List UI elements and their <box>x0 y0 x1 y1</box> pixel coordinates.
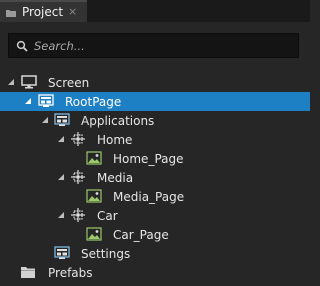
folder-icon <box>6 10 16 17</box>
expand-arrow-icon[interactable] <box>7 78 15 86</box>
node-icon <box>71 170 85 184</box>
image-icon <box>86 189 102 203</box>
expand-arrow-icon[interactable] <box>24 97 32 105</box>
image-icon <box>86 151 102 165</box>
monitor-icon <box>21 75 37 89</box>
tree-item-settings[interactable]: Settings <box>0 244 310 263</box>
tree-item-label: RootPage <box>65 95 122 109</box>
tree-item-label: Media_Page <box>113 190 185 204</box>
tree-item-car[interactable]: Car <box>0 206 310 225</box>
tree-item-label: Screen <box>48 76 90 90</box>
close-icon[interactable]: × <box>68 5 77 18</box>
search-input[interactable] <box>34 38 284 54</box>
expand-arrow-icon[interactable] <box>57 211 65 219</box>
tree-item-home[interactable]: Home <box>0 130 310 149</box>
node-icon <box>71 208 85 222</box>
tree-item-rootpage[interactable]: RootPage <box>0 92 310 111</box>
tree-item-label: Prefabs <box>48 266 93 280</box>
tree-item-label: Home_Page <box>113 152 184 166</box>
page-icon <box>54 246 70 259</box>
search-icon <box>16 40 28 52</box>
tree-item-label: Car_Page <box>113 228 169 242</box>
tree-item-label: Media <box>97 171 134 185</box>
page-icon <box>54 113 70 126</box>
node-icon <box>71 132 85 146</box>
tree-item-label: Car <box>97 209 118 223</box>
tree-item-home-page[interactable]: Home_Page <box>0 149 310 168</box>
search-box[interactable] <box>8 33 299 58</box>
image-icon <box>86 227 102 241</box>
tree-item-label: Applications <box>81 114 155 128</box>
tree-item-label: Settings <box>81 247 131 261</box>
page-icon <box>38 94 54 107</box>
tree-item-car-page[interactable]: Car_Page <box>0 225 310 244</box>
tab-label: Project <box>22 5 64 19</box>
tree-item-applications[interactable]: Applications <box>0 111 310 130</box>
expand-arrow-icon[interactable] <box>57 135 65 143</box>
tree-item-label: Home <box>97 133 133 147</box>
folder-icon <box>21 267 35 278</box>
tree-item-media[interactable]: Media <box>0 168 310 187</box>
tab-project[interactable]: Project × <box>0 0 87 22</box>
tree-item-media-page[interactable]: Media_Page <box>0 187 310 206</box>
tree-item-screen[interactable]: Screen <box>0 73 310 92</box>
tree-item-prefabs[interactable]: Prefabs <box>0 263 310 282</box>
tab-bar: Project × <box>0 0 310 22</box>
expand-arrow-icon[interactable] <box>41 116 49 124</box>
expand-arrow-icon[interactable] <box>57 173 65 181</box>
